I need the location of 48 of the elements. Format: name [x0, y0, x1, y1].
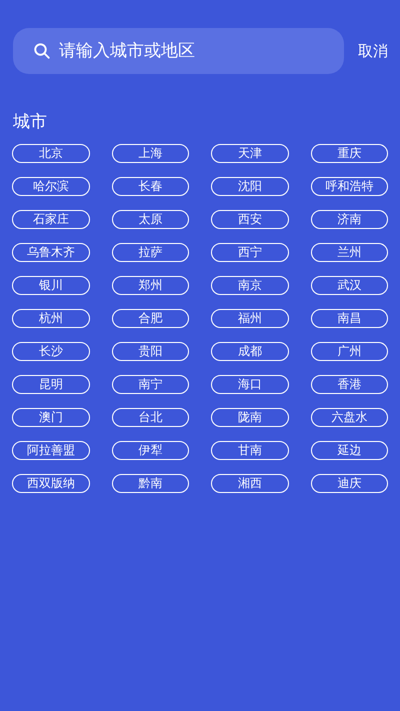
search-field[interactable]: 请输入城市或地区	[13, 28, 344, 74]
city-chip[interactable]: 陇南	[211, 408, 288, 426]
city-chip[interactable]: 湘西	[211, 474, 288, 492]
city-chip[interactable]: 台北	[112, 408, 189, 426]
city-chip[interactable]: 郑州	[112, 276, 189, 294]
city-chip[interactable]: 香港	[310, 374, 388, 394]
city-chip[interactable]: 北京	[12, 144, 90, 162]
city-chip[interactable]: 兰州	[310, 242, 388, 262]
city-chip[interactable]: 阿拉善盟	[12, 440, 90, 460]
city-chip[interactable]: 呼和浩特	[310, 176, 388, 196]
city-chip[interactable]: 广州	[310, 342, 388, 360]
city-chip[interactable]: 伊犁	[112, 440, 189, 460]
city-chip[interactable]: 延边	[310, 440, 388, 460]
city-chip[interactable]: 六盘水	[310, 408, 388, 426]
city-chip[interactable]: 海口	[211, 374, 288, 394]
city-chip[interactable]: 福州	[211, 308, 288, 328]
city-chip[interactable]: 合肥	[112, 308, 189, 328]
city-chip[interactable]: 澳门	[12, 408, 90, 426]
city-chip[interactable]: 迪庆	[310, 474, 388, 492]
city-chip[interactable]: 天津	[211, 144, 288, 162]
city-chip[interactable]: 长沙	[12, 342, 90, 360]
city-chip[interactable]: 昆明	[12, 374, 90, 394]
city-chip[interactable]: 西双版纳	[12, 474, 90, 492]
city-chip[interactable]: 乌鲁木齐	[12, 242, 90, 262]
city-chip[interactable]: 石家庄	[12, 210, 90, 228]
section-title: 城市	[13, 111, 47, 134]
city-chip[interactable]: 甘南	[211, 440, 288, 460]
city-chip[interactable]: 杭州	[12, 308, 90, 328]
city-chip[interactable]: 沈阳	[211, 176, 288, 196]
city-chip[interactable]: 西宁	[211, 242, 288, 262]
city-chip[interactable]: 成都	[211, 342, 288, 360]
city-chip[interactable]: 济南	[310, 210, 388, 228]
city-chip[interactable]: 南昌	[310, 308, 388, 328]
city-chip[interactable]: 银川	[12, 276, 90, 294]
search-icon	[33, 42, 51, 60]
city-chip[interactable]: 重庆	[310, 144, 388, 162]
city-chip[interactable]: 拉萨	[112, 242, 189, 262]
city-chip[interactable]: 哈尔滨	[12, 176, 90, 196]
city-chip[interactable]: 太原	[112, 210, 189, 228]
city-chip[interactable]: 武汉	[310, 276, 388, 294]
city-chip[interactable]: 贵阳	[112, 342, 189, 360]
city-chip[interactable]: 南宁	[112, 374, 189, 394]
city-chip[interactable]: 上海	[112, 144, 189, 162]
city-chip[interactable]: 长春	[112, 176, 189, 196]
city-chip[interactable]: 黔南	[112, 474, 189, 492]
city-chip[interactable]: 南京	[211, 276, 288, 294]
cancel-button[interactable]: 取消	[358, 40, 388, 62]
city-chip[interactable]: 西安	[211, 210, 288, 228]
